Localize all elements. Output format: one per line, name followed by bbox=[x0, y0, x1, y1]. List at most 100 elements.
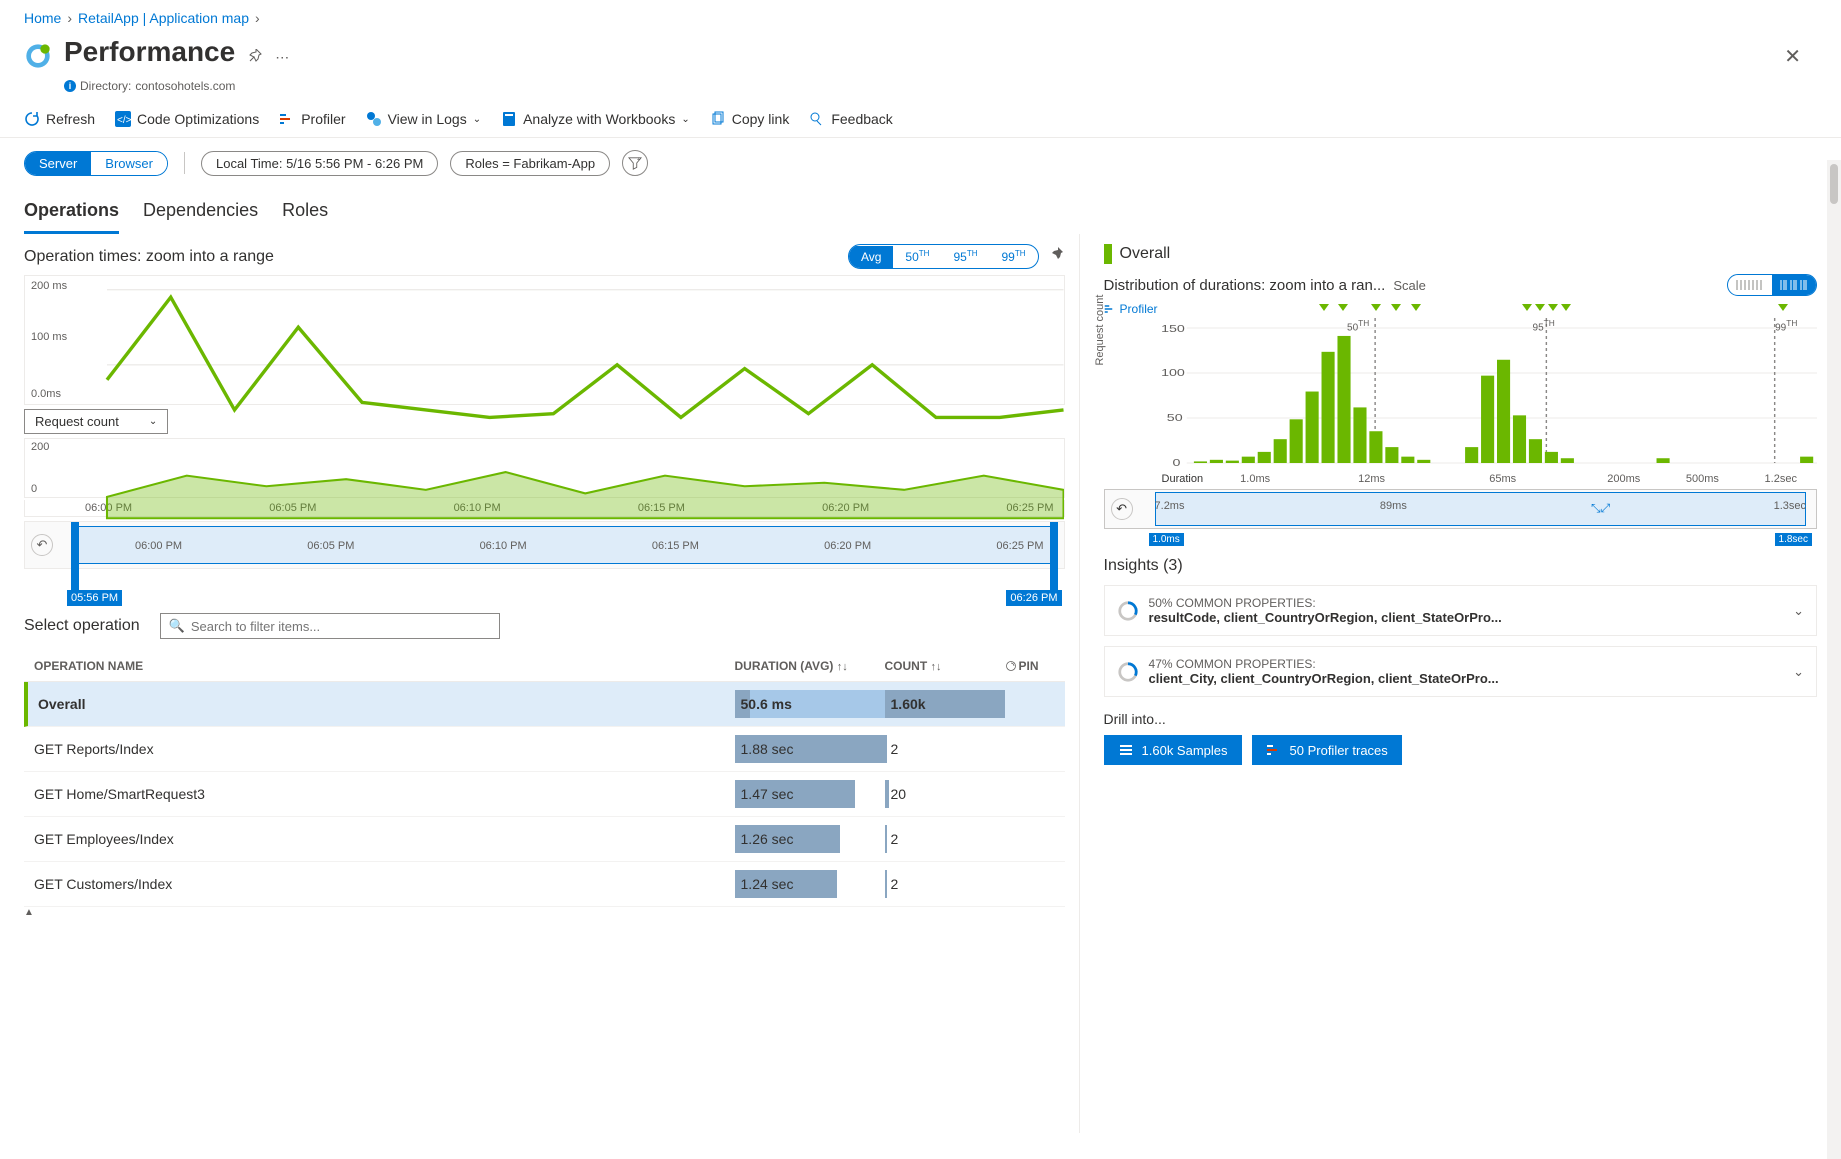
add-filter-button[interactable]: + bbox=[622, 150, 648, 176]
op-name: GET Reports/Index bbox=[34, 741, 735, 757]
col-duration[interactable]: DURATION (AVG) ↑↓ bbox=[735, 659, 885, 675]
count-cell: 20 bbox=[885, 780, 1005, 808]
table-row[interactable]: GET Reports/Index1.88 sec2 bbox=[24, 727, 1065, 772]
y-tick: 100 ms bbox=[31, 331, 67, 343]
metric-p99[interactable]: 99TH bbox=[989, 245, 1037, 268]
time-range-slider[interactable]: ↶ 06:00 PM06:05 PM 06:10 PM06:15 PM 06:2… bbox=[24, 521, 1065, 569]
info-icon: i bbox=[64, 80, 76, 92]
tab-operations[interactable]: Operations bbox=[24, 194, 119, 234]
code-opt-label: Code Optimizations bbox=[137, 111, 259, 127]
browser-toggle[interactable]: Browser bbox=[91, 152, 167, 175]
op-name: GET Home/SmartRequest3 bbox=[34, 786, 735, 802]
p50-label: 50TH bbox=[1347, 318, 1369, 333]
svg-text:+: + bbox=[637, 156, 641, 163]
table-row[interactable]: GET Customers/Index1.24 sec2 bbox=[24, 862, 1065, 907]
drill-into-title: Drill into... bbox=[1104, 711, 1817, 727]
search-input[interactable] bbox=[191, 619, 491, 634]
col-operation-name[interactable]: OPERATION NAME bbox=[34, 659, 735, 675]
hist-back-button[interactable]: ↶ bbox=[1111, 498, 1133, 520]
feedback-label: Feedback bbox=[831, 111, 892, 127]
close-icon[interactable]: ✕ bbox=[1768, 36, 1817, 77]
metric-p95[interactable]: 95TH bbox=[941, 245, 989, 268]
workbook-icon bbox=[501, 111, 517, 127]
slider-handle-right[interactable] bbox=[1050, 522, 1058, 590]
chevron-down-icon: ⌄ bbox=[149, 416, 157, 427]
hist-x-axis: Duration 1.0ms 12ms 65ms 200ms 500ms 1.2… bbox=[1104, 473, 1817, 485]
search-icon: 🔍 bbox=[169, 618, 185, 634]
feedback-button[interactable]: Feedback bbox=[809, 111, 892, 127]
breadcrumb: Home › RetailApp | Application map › bbox=[0, 0, 1841, 32]
duration-cell: 1.24 sec bbox=[735, 870, 885, 898]
analyze-workbooks-button[interactable]: Analyze with Workbooks ⌄ bbox=[501, 111, 690, 127]
funnel-icon: + bbox=[628, 156, 642, 170]
y-tick: 0.0ms bbox=[31, 388, 61, 400]
slider-handle-left[interactable] bbox=[71, 522, 79, 590]
timeline-back-button[interactable]: ↶ bbox=[31, 534, 53, 556]
profiler-icon bbox=[279, 111, 295, 127]
refresh-button[interactable]: Refresh bbox=[24, 111, 95, 127]
request-count-dropdown[interactable]: Request count ⌄ bbox=[24, 409, 168, 434]
server-browser-toggle[interactable]: Server Browser bbox=[24, 151, 168, 176]
p95-label: 95TH bbox=[1533, 318, 1555, 333]
table-row[interactable]: Overall50.6 ms1.60k bbox=[24, 682, 1065, 727]
insight-card[interactable]: 47% COMMON PROPERTIES:client_City, clien… bbox=[1104, 646, 1817, 697]
tab-roles[interactable]: Roles bbox=[282, 194, 328, 234]
table-row[interactable]: GET Employees/Index1.26 sec2 bbox=[24, 817, 1065, 862]
profiler-traces-button[interactable]: 50 Profiler traces bbox=[1252, 735, 1402, 765]
op-name: Overall bbox=[38, 696, 735, 712]
profiler-button[interactable]: Profiler bbox=[279, 111, 345, 127]
page-title: Performance bbox=[64, 36, 235, 68]
scale-toggle[interactable] bbox=[1727, 274, 1817, 296]
operation-times-title: Operation times: zoom into a range bbox=[24, 248, 274, 266]
col-pin[interactable]: PIN bbox=[1005, 659, 1055, 675]
count-cell: 1.60k bbox=[885, 690, 1005, 718]
list-icon bbox=[1118, 742, 1134, 758]
duration-cell: 1.88 sec bbox=[735, 735, 885, 763]
col-count[interactable]: COUNT ↑↓ bbox=[885, 659, 1005, 675]
slider-start-label: 05:56 PM bbox=[67, 590, 122, 606]
metric-toggle[interactable]: Avg 50TH 95TH 99TH bbox=[848, 244, 1039, 269]
svg-text:</>: </> bbox=[117, 115, 131, 126]
page-scrollbar[interactable] bbox=[1827, 160, 1841, 1159]
p99-label: 99TH bbox=[1775, 318, 1797, 333]
chevron-down-icon: ⌄ bbox=[1793, 664, 1804, 680]
breadcrumb-app[interactable]: RetailApp | Application map bbox=[78, 10, 249, 26]
scroll-up-icon[interactable]: ▲ bbox=[24, 907, 34, 918]
table-row[interactable]: GET Home/SmartRequest31.47 sec20 bbox=[24, 772, 1065, 817]
view-in-logs-button[interactable]: View in Logs ⌄ bbox=[366, 111, 482, 127]
time-range-pill[interactable]: Local Time: 5/16 5:56 PM - 6:26 PM bbox=[201, 151, 438, 176]
tab-dependencies[interactable]: Dependencies bbox=[143, 194, 258, 234]
chevron-down-icon: ⌄ bbox=[681, 114, 689, 125]
svg-text:150: 150 bbox=[1161, 323, 1185, 334]
metric-avg[interactable]: Avg bbox=[849, 246, 893, 268]
more-icon[interactable]: ⋯ bbox=[275, 49, 291, 65]
feedback-icon bbox=[809, 111, 825, 127]
pin-chart-icon[interactable] bbox=[1049, 247, 1065, 266]
breadcrumb-home[interactable]: Home bbox=[24, 10, 61, 26]
request-count-chart[interactable] bbox=[25, 439, 1064, 521]
op-name: GET Employees/Index bbox=[34, 831, 735, 847]
search-operations[interactable]: 🔍 bbox=[160, 613, 500, 639]
y-tick: 200 bbox=[31, 441, 49, 453]
insights-title: Insights (3) bbox=[1104, 557, 1817, 575]
progress-ring-icon bbox=[1117, 600, 1139, 622]
select-operation-title: Select operation bbox=[24, 617, 140, 635]
count-cell: 2 bbox=[885, 735, 1005, 763]
scale-log[interactable] bbox=[1772, 275, 1816, 295]
scale-linear[interactable] bbox=[1728, 275, 1772, 295]
server-toggle[interactable]: Server bbox=[25, 152, 91, 175]
roles-filter-pill[interactable]: Roles = Fabrikam-App bbox=[450, 151, 610, 176]
copy-link-button[interactable]: Copy link bbox=[710, 111, 790, 127]
pin-icon[interactable] bbox=[247, 49, 263, 65]
metric-p50[interactable]: 50TH bbox=[893, 245, 941, 268]
profiler-label: Profiler bbox=[301, 111, 345, 127]
divider bbox=[184, 152, 185, 174]
chevron-down-icon: ⌄ bbox=[473, 114, 481, 125]
progress-ring-icon bbox=[1117, 661, 1139, 683]
duration-range-slider[interactable]: ↶ ⤡⤢ 7.2ms 89ms 1.3sec 1.0ms 1.8sec bbox=[1104, 489, 1817, 529]
duration-histogram[interactable]: 150 100 50 0 bbox=[1104, 318, 1817, 468]
insight-card[interactable]: 50% COMMON PROPERTIES:resultCode, client… bbox=[1104, 585, 1817, 636]
code-optimizations-button[interactable]: </> Code Optimizations bbox=[115, 111, 259, 127]
logs-icon bbox=[366, 111, 382, 127]
samples-button[interactable]: 1.60k Samples bbox=[1104, 735, 1242, 765]
